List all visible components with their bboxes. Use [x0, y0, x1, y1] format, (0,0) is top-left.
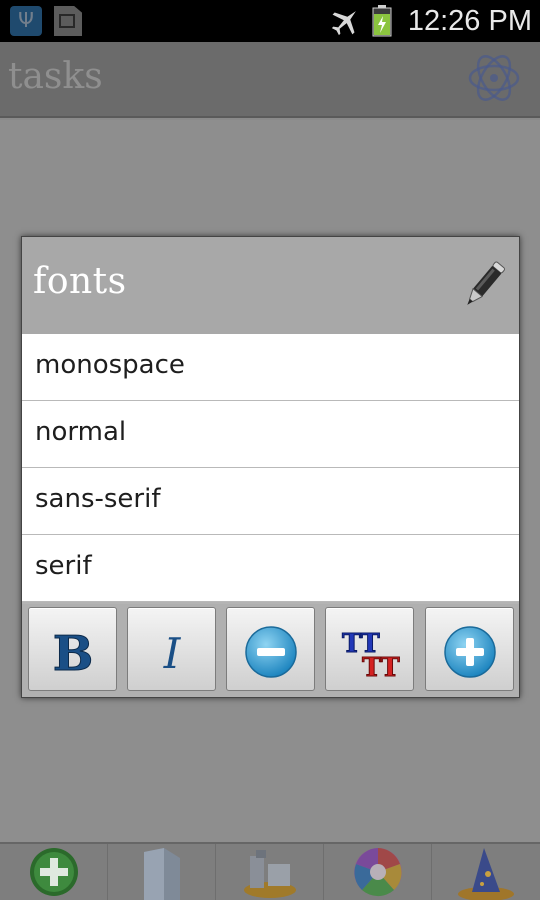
- bold-button[interactable]: B: [28, 607, 117, 691]
- italic-glyph: I: [163, 629, 182, 678]
- app-header: tasks: [0, 42, 540, 118]
- italic-icon: I: [163, 629, 182, 678]
- decrease-font-button[interactable]: [226, 607, 315, 691]
- font-size-button[interactable]: TT TT: [325, 607, 414, 691]
- minus-circle-icon: [245, 626, 297, 678]
- font-item-sans-serif[interactable]: sans-serif: [22, 468, 519, 535]
- wizard-button[interactable]: [432, 844, 540, 900]
- bold-glyph: B: [53, 626, 94, 682]
- increase-font-button[interactable]: [425, 607, 514, 691]
- usb-icon: Ψ: [10, 6, 42, 36]
- tools-button[interactable]: [216, 844, 324, 900]
- document-icon: [144, 848, 180, 900]
- font-size-icon: TT TT: [342, 629, 401, 684]
- atom-logo-icon[interactable]: [466, 50, 522, 106]
- font-toolbar: B I TT TT: [22, 604, 519, 697]
- wizard-hat-icon: [458, 848, 514, 900]
- clock: 12:26 PM: [407, 5, 532, 37]
- usb-glyph: Ψ: [18, 8, 34, 32]
- status-bar: Ψ 12:26 PM: [0, 0, 540, 42]
- airplane-icon: [331, 11, 356, 36]
- color-picker-button[interactable]: [324, 844, 432, 900]
- list-item-label: monospace: [35, 350, 185, 380]
- font-list: monospace normal sans-serif serif: [22, 334, 519, 602]
- documents-button[interactable]: [108, 844, 216, 900]
- font-size-glyph-red: TT: [362, 653, 400, 683]
- bottom-toolbar: [0, 842, 540, 900]
- color-wheel-icon: [354, 848, 402, 897]
- plus-circle-icon: [444, 626, 496, 678]
- tools-icon: [244, 850, 296, 898]
- add-green-icon: [30, 848, 78, 896]
- font-item-monospace[interactable]: monospace: [22, 334, 519, 401]
- sd-card-icon: [54, 6, 82, 36]
- font-item-serif[interactable]: serif: [22, 535, 519, 602]
- list-item-label: normal: [35, 417, 127, 447]
- dialog-title: fonts: [33, 261, 127, 302]
- bold-icon: B: [52, 626, 94, 683]
- list-item-label: serif: [35, 551, 92, 581]
- fonts-dialog: fonts monospace normal sans-serif serif …: [21, 236, 520, 698]
- font-item-normal[interactable]: normal: [22, 401, 519, 468]
- dialog-header: fonts: [22, 237, 519, 334]
- italic-button[interactable]: I: [127, 607, 216, 691]
- add-task-button[interactable]: [0, 844, 108, 900]
- list-item-label: sans-serif: [35, 484, 161, 514]
- pen-icon: [467, 261, 505, 305]
- app-title: tasks: [8, 56, 103, 97]
- battery-charging-icon: [372, 5, 392, 37]
